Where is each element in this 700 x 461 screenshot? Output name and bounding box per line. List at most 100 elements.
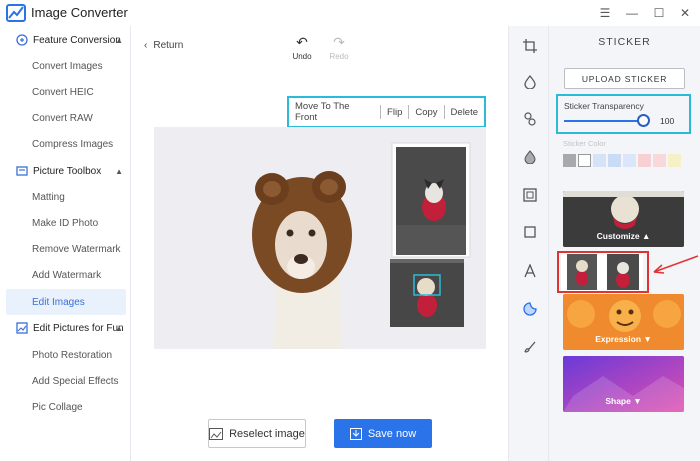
sidebar-item-edit-images[interactable]: Edit Images xyxy=(6,289,126,315)
shape-label: Shape ▼ xyxy=(605,396,642,406)
selected-sticker-highlight xyxy=(557,251,649,293)
return-label: Return xyxy=(153,40,184,51)
undo-icon: ↶ xyxy=(296,34,308,50)
sticker-context-menu: Move To The Front Flip Copy Delete xyxy=(287,96,486,128)
section-edit-pictures-for-fun[interactable]: Edit Pictures for Fun ▲ xyxy=(0,315,131,341)
save-now-button[interactable]: Save now xyxy=(334,419,432,448)
color-swatch[interactable] xyxy=(563,154,576,167)
filter-tool[interactable] xyxy=(509,109,550,129)
text-tool[interactable] xyxy=(509,261,550,281)
section-label: Picture Toolbox xyxy=(33,165,102,177)
dog-photo xyxy=(154,127,486,349)
color-swatch[interactable] xyxy=(578,154,591,167)
redo-button[interactable]: ↷ Redo xyxy=(319,34,359,61)
layer-tool[interactable] xyxy=(509,222,550,242)
sidebar-item-convert-heic[interactable]: Convert HEIC xyxy=(6,79,126,105)
color-swatch[interactable] xyxy=(593,154,606,167)
app-title: Image Converter xyxy=(31,5,128,20)
panel-title: STICKER xyxy=(598,36,651,48)
sidebar-item-pic-collage[interactable]: Pic Collage xyxy=(6,394,126,420)
section-picture-toolbox[interactable]: Picture Toolbox ▲ xyxy=(0,158,131,184)
transparency-slider-thumb[interactable] xyxy=(637,114,650,127)
chevron-up-icon: ▲ xyxy=(115,323,123,333)
transparency-control: Sticker Transparency 100 xyxy=(556,94,691,134)
filter-icon xyxy=(523,112,536,126)
sticker-category-shape[interactable]: Shape ▼ xyxy=(563,356,684,412)
color-swatch[interactable] xyxy=(623,154,636,167)
reselect-label: Reselect image xyxy=(229,427,305,440)
move-to-front-button[interactable]: Move To The Front xyxy=(289,101,380,123)
delete-button[interactable]: Delete xyxy=(445,107,484,118)
main-editor: ‹ Return ↶ Undo ↷ Redo Move To The Front… xyxy=(132,26,508,461)
brush-tool[interactable] xyxy=(509,337,550,357)
undo-label: Undo xyxy=(292,52,312,61)
maximize-button[interactable]: ☐ xyxy=(651,5,667,21)
title-bar: Image Converter ☰ — ☐ ✕ xyxy=(0,0,700,26)
chevron-left-icon: ‹ xyxy=(144,40,148,51)
sidebar-item-convert-raw[interactable]: Convert RAW xyxy=(6,105,126,131)
sidebar: Feature Conversion ▲ Convert Images Conv… xyxy=(0,26,131,461)
app-window: Image Converter ☰ — ☐ ✕ Feature Conversi… xyxy=(0,0,700,461)
crop-icon xyxy=(522,39,537,53)
blur-icon xyxy=(523,150,536,164)
feature-conversion-icon xyxy=(16,34,28,46)
menu-icon[interactable]: ☰ xyxy=(597,5,613,21)
sticker-color-label: Sticker Color xyxy=(563,139,606,148)
sticker-tool[interactable] xyxy=(509,299,550,319)
save-icon xyxy=(349,427,362,440)
expression-label: Expression ▼ xyxy=(595,334,652,344)
crop-tool[interactable] xyxy=(509,36,550,56)
copy-button[interactable]: Copy xyxy=(409,107,443,118)
color-swatch[interactable] xyxy=(608,154,621,167)
tool-strip xyxy=(508,26,549,461)
reselect-image-button[interactable]: Reselect image xyxy=(208,419,306,448)
flip-button[interactable]: Flip xyxy=(381,107,408,118)
edit-pictures-icon xyxy=(16,322,28,334)
brush-icon xyxy=(523,341,535,353)
color-swatch[interactable] xyxy=(638,154,651,167)
blur-tool[interactable] xyxy=(509,147,550,167)
adjust-tool[interactable] xyxy=(509,72,550,92)
sticker-panel: STICKER UPLOAD STICKER Sticker Transpare… xyxy=(549,26,700,461)
sticker-category-customize[interactable]: Customize ▲ xyxy=(563,191,684,247)
sidebar-item-convert-images[interactable]: Convert Images xyxy=(6,53,126,79)
color-swatch[interactable] xyxy=(668,154,681,167)
redo-icon: ↷ xyxy=(333,34,345,50)
chevron-up-icon: ▲ xyxy=(115,166,123,176)
sidebar-item-remove-watermark[interactable]: Remove Watermark xyxy=(6,236,126,262)
transparency-label: Sticker Transparency xyxy=(564,101,644,111)
sidebar-item-photo-restoration[interactable]: Photo Restoration xyxy=(6,342,126,368)
picture-toolbox-icon xyxy=(16,166,28,176)
sidebar-item-make-id-photo[interactable]: Make ID Photo xyxy=(6,210,126,236)
frame-tool[interactable] xyxy=(509,185,550,205)
section-label: Edit Pictures for Fun xyxy=(33,322,124,334)
sidebar-item-matting[interactable]: Matting xyxy=(6,184,126,210)
section-label: Feature Conversion xyxy=(33,34,121,46)
sticker-icon xyxy=(522,302,537,316)
undo-button[interactable]: ↶ Undo xyxy=(282,34,322,61)
sidebar-item-compress-images[interactable]: Compress Images xyxy=(6,131,126,157)
upload-sticker-button[interactable]: UPLOAD STICKER xyxy=(564,68,685,89)
customize-label: Customize ▲ xyxy=(596,231,651,241)
frame-icon xyxy=(522,188,537,202)
close-button[interactable]: ✕ xyxy=(677,5,693,21)
transparency-slider-track[interactable] xyxy=(564,120,642,122)
annotation-arrow xyxy=(653,255,699,274)
color-swatch[interactable] xyxy=(653,154,666,167)
square-icon xyxy=(523,226,536,238)
app-logo-icon xyxy=(6,4,26,22)
image-icon xyxy=(209,427,224,440)
chevron-up-icon: ▲ xyxy=(115,35,123,45)
drop-icon xyxy=(523,75,536,89)
sidebar-item-add-watermark[interactable]: Add Watermark xyxy=(6,262,126,288)
transparency-value: 100 xyxy=(660,116,675,126)
return-button[interactable]: ‹ Return xyxy=(144,40,183,51)
save-label: Save now xyxy=(367,427,417,440)
text-icon xyxy=(523,264,536,278)
sticker-category-expression[interactable]: Expression ▼ xyxy=(563,294,684,350)
section-feature-conversion[interactable]: Feature Conversion ▲ xyxy=(0,27,131,53)
minimize-button[interactable]: — xyxy=(624,5,640,21)
sidebar-item-add-special-effects[interactable]: Add Special Effects xyxy=(6,368,126,394)
redo-label: Redo xyxy=(329,52,349,61)
image-canvas[interactable] xyxy=(154,127,486,349)
